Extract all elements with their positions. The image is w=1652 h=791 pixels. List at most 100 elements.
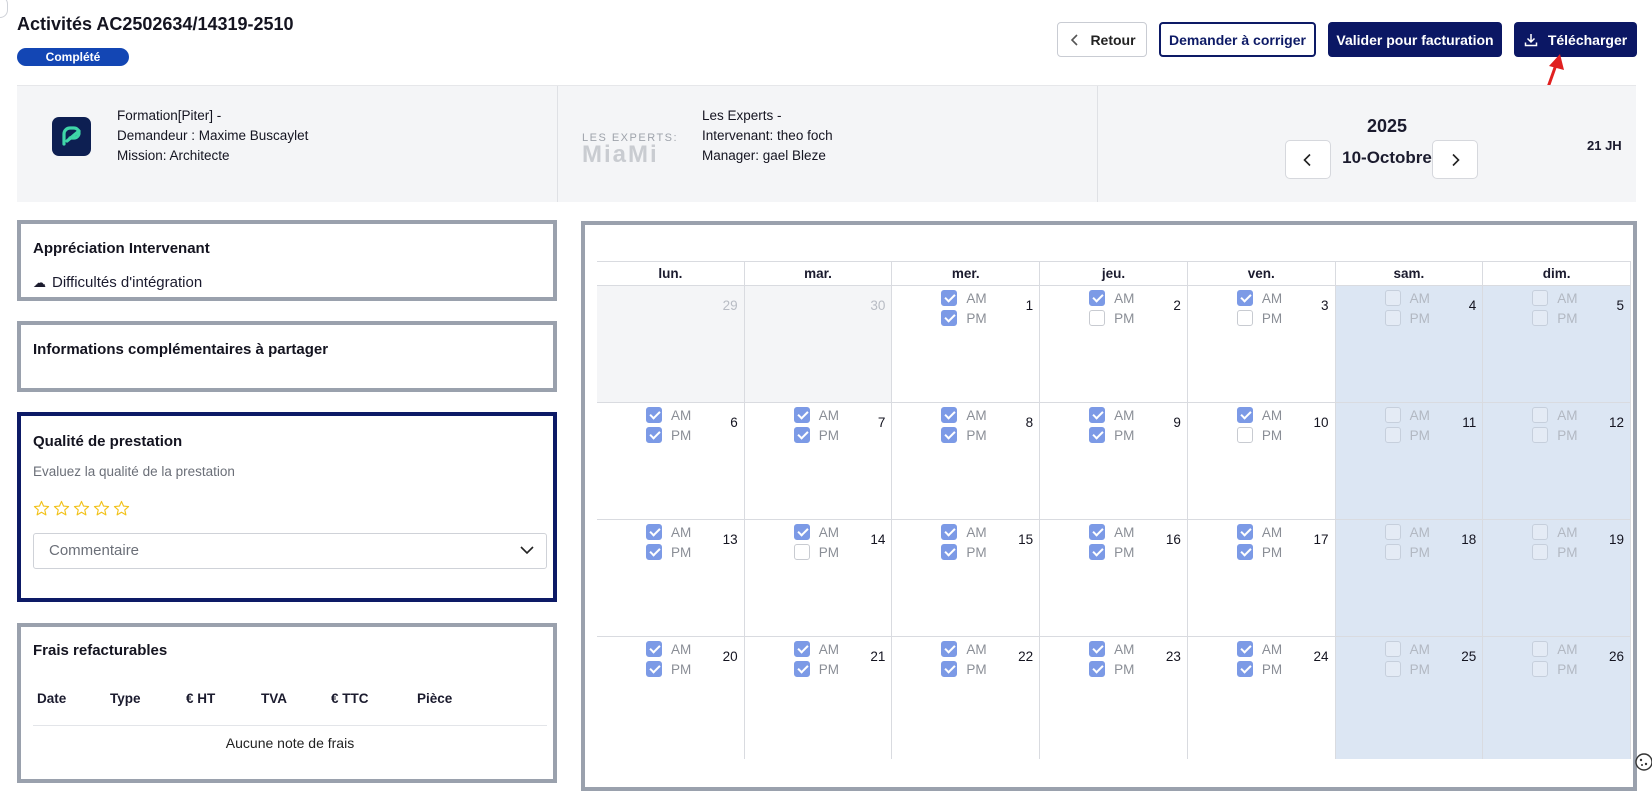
am-slot: AM <box>941 407 987 423</box>
pm-checkbox[interactable] <box>1532 661 1549 677</box>
am-checkbox[interactable] <box>941 524 958 540</box>
appreciation-card: Appréciation Intervenant ☁ Difficultés d'… <box>17 220 557 301</box>
pm-slot: PM <box>1089 544 1134 560</box>
am-label: AM <box>1261 290 1283 306</box>
frais-card: Frais refacturables Date Type € HT TVA €… <box>17 623 557 783</box>
am-slot: AM <box>646 524 691 540</box>
am-slot: AM <box>941 524 987 540</box>
am-checkbox[interactable] <box>793 407 810 423</box>
am-label: AM <box>966 290 987 306</box>
pm-checkbox[interactable] <box>1384 544 1401 560</box>
pm-checkbox[interactable] <box>1236 661 1253 677</box>
am-slot: AM <box>793 407 839 423</box>
pm-slot: PM <box>941 544 987 560</box>
side-tab[interactable] <box>0 0 8 18</box>
pm-checkbox[interactable] <box>1384 661 1401 677</box>
am-checkbox[interactable] <box>1089 524 1106 540</box>
pm-label: PM <box>671 661 692 677</box>
am-checkbox[interactable] <box>941 407 958 423</box>
pm-checkbox[interactable] <box>646 661 662 677</box>
pm-checkbox[interactable] <box>1089 544 1106 560</box>
pm-checkbox[interactable] <box>646 544 662 560</box>
day-number: 6 <box>730 415 738 430</box>
valider-facturation-button[interactable]: Valider pour facturation <box>1328 22 1502 57</box>
pm-checkbox[interactable] <box>941 661 958 677</box>
am-checkbox[interactable] <box>1236 524 1253 540</box>
pm-checkbox[interactable] <box>646 427 662 443</box>
pm-checkbox[interactable] <box>941 310 958 326</box>
complementary-info-card[interactable]: Informations complémentaires à partager <box>17 321 557 392</box>
am-checkbox[interactable] <box>941 290 958 306</box>
am-checkbox[interactable] <box>1089 641 1106 657</box>
day-number: 11 <box>1462 415 1477 430</box>
star-icon[interactable] <box>113 500 130 517</box>
am-checkbox[interactable] <box>1532 290 1549 306</box>
pm-checkbox[interactable] <box>1384 427 1401 443</box>
am-checkbox[interactable] <box>1089 290 1106 306</box>
pm-label: PM <box>1409 661 1430 677</box>
pm-slot: PM <box>1532 544 1578 560</box>
am-checkbox[interactable] <box>1384 407 1401 423</box>
day-of-week-label: lun. <box>597 262 745 286</box>
comment-placeholder: Commentaire <box>49 542 140 559</box>
am-checkbox[interactable] <box>793 641 810 657</box>
next-month-button[interactable] <box>1432 140 1478 179</box>
column-header: Type <box>110 691 141 706</box>
calendar-day-cell: 16 AM PM <box>1040 519 1188 642</box>
day-number: 5 <box>1616 298 1624 313</box>
star-icon[interactable] <box>73 500 90 517</box>
am-checkbox[interactable] <box>1236 641 1253 657</box>
am-checkbox[interactable] <box>646 641 662 657</box>
cookie-icon[interactable] <box>1634 752 1652 772</box>
am-checkbox[interactable] <box>1236 290 1253 306</box>
pm-checkbox[interactable] <box>941 427 958 443</box>
pm-checkbox[interactable] <box>1532 427 1549 443</box>
demander-corriger-button[interactable]: Demander à corriger <box>1159 22 1316 57</box>
pm-checkbox[interactable] <box>793 544 810 560</box>
star-rating[interactable] <box>33 500 130 517</box>
pm-checkbox[interactable] <box>1089 427 1106 443</box>
am-label: AM <box>1409 641 1430 657</box>
pm-checkbox[interactable] <box>1532 310 1549 326</box>
pm-label: PM <box>966 427 987 443</box>
total-days: 21 JH <box>1587 138 1622 153</box>
am-checkbox[interactable] <box>1532 641 1549 657</box>
pm-checkbox[interactable] <box>1532 544 1549 560</box>
pm-checkbox[interactable] <box>941 544 958 560</box>
am-slot: AM <box>941 641 987 657</box>
manager: Manager: gael Bleze <box>702 148 826 163</box>
pm-checkbox[interactable] <box>1236 544 1253 560</box>
pm-checkbox[interactable] <box>793 661 810 677</box>
am-checkbox[interactable] <box>1236 407 1253 423</box>
am-checkbox[interactable] <box>1384 290 1401 306</box>
am-checkbox[interactable] <box>646 407 662 423</box>
pm-checkbox[interactable] <box>1384 310 1401 326</box>
star-icon[interactable] <box>53 500 70 517</box>
star-icon[interactable] <box>33 500 50 517</box>
am-checkbox[interactable] <box>941 641 958 657</box>
retour-button[interactable]: Retour <box>1057 22 1147 57</box>
am-checkbox[interactable] <box>646 524 662 540</box>
day-of-week-label: mer. <box>892 262 1041 286</box>
pm-checkbox[interactable] <box>1236 427 1253 443</box>
chevron-down-icon <box>520 546 534 555</box>
am-checkbox[interactable] <box>1384 641 1401 657</box>
star-icon[interactable] <box>93 500 110 517</box>
comment-select[interactable]: Commentaire <box>33 533 547 569</box>
am-label: AM <box>966 524 987 540</box>
am-checkbox[interactable] <box>1384 524 1401 540</box>
pm-slot: PM <box>793 544 839 560</box>
pm-checkbox[interactable] <box>1236 310 1253 326</box>
day-number: 19 <box>1608 532 1624 547</box>
am-checkbox[interactable] <box>1532 524 1549 540</box>
day-number: 13 <box>722 532 738 547</box>
pm-checkbox[interactable] <box>1089 310 1106 326</box>
day-number: 17 <box>1313 532 1329 547</box>
day-number: 10 <box>1313 415 1329 430</box>
day-of-week-label: mar. <box>745 262 893 286</box>
pm-checkbox[interactable] <box>1089 661 1106 677</box>
am-checkbox[interactable] <box>1089 407 1106 423</box>
am-checkbox[interactable] <box>1532 407 1549 423</box>
pm-checkbox[interactable] <box>793 427 810 443</box>
am-checkbox[interactable] <box>793 524 810 540</box>
